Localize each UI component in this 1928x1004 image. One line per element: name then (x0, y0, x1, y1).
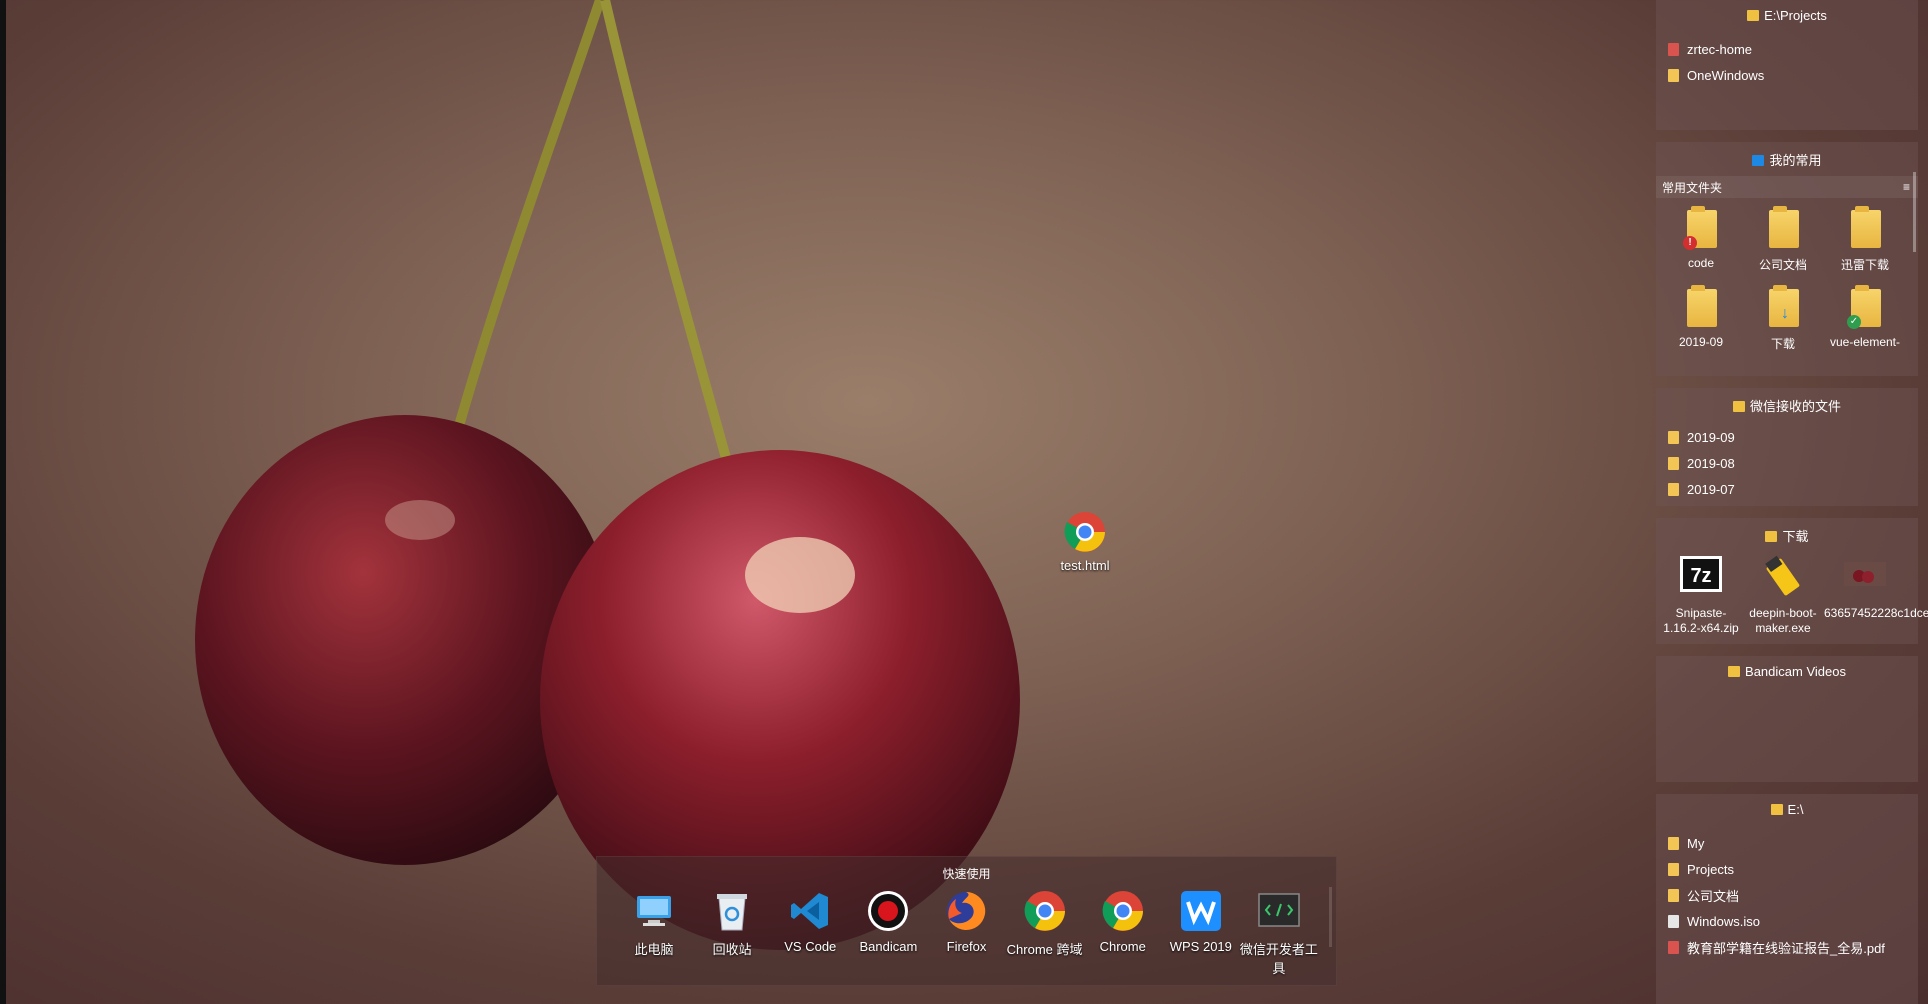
chrome-icon (1063, 510, 1107, 554)
dock-item-chrome-cors[interactable]: Chrome 跨域 (1006, 887, 1084, 977)
fence-e-drive: E:\ My Projects 公司文档 Windows.iso 教育部学籍在线… (1656, 794, 1918, 1004)
list-item[interactable]: 公司文档 (1656, 882, 1918, 908)
fence-title: 下载 (1656, 518, 1918, 546)
image-thumbnail-icon (1842, 554, 1888, 600)
error-badge-icon: ! (1683, 236, 1697, 250)
cherry-wallpaper (195, 0, 1020, 950)
list-item[interactable]: Projects (1656, 856, 1918, 882)
grid-item-snipaste-zip[interactable]: 7z Snipaste-1.16.2-x64.zip (1660, 554, 1742, 636)
chrome-folder-icon: ! (1679, 204, 1723, 252)
folder-icon (1728, 666, 1741, 677)
fence-common: 我的常用 常用文件夹 ≡ ! code 公司文档 迅雷下载 2019-09 ↓ 下… (1656, 142, 1918, 376)
grid-item-company-docs[interactable]: 公司文档 (1742, 204, 1824, 273)
list-item[interactable]: Windows.iso (1656, 908, 1918, 934)
list-item[interactable]: 2019-07 (1656, 476, 1918, 502)
grid-item-2019-09[interactable]: 2019-09 (1660, 283, 1742, 352)
firefox-icon (942, 887, 990, 935)
vscode-icon (786, 887, 834, 935)
synced-badge-icon: ✓ (1847, 315, 1861, 329)
list-item[interactable]: zrtec-home (1656, 36, 1918, 62)
folder-icon (1668, 430, 1679, 444)
folder-icon (1668, 482, 1679, 496)
list-item[interactable]: My (1656, 830, 1918, 856)
fence-title: E:\Projects (1656, 0, 1918, 28)
folder-icon (1770, 804, 1783, 815)
dock-item-vscode[interactable]: VS Code (771, 887, 849, 977)
folder-icon (1668, 456, 1679, 470)
folder-icon (1765, 531, 1778, 542)
view-toggle-icon[interactable]: ≡ (1903, 180, 1910, 194)
pdf-icon (1668, 940, 1679, 954)
folder-icon (1843, 204, 1887, 252)
dock-item-this-pc[interactable]: 此电脑 (615, 887, 693, 977)
wps-icon (1177, 887, 1225, 935)
fence-title: 我的常用 (1656, 142, 1918, 170)
recycle-bin-icon (708, 887, 756, 935)
bandicam-icon (864, 887, 912, 935)
folder-icon (1752, 155, 1765, 166)
dock-item-firefox[interactable]: Firefox (927, 887, 1005, 977)
grid-item-vue-element-admin[interactable]: ✓ vue-element-admin (1824, 283, 1906, 352)
svg-text:7z: 7z (1690, 565, 1711, 587)
fence-projects: E:\Projects zrtec-home OneWindows (1656, 0, 1918, 130)
folder-icon: ✓ (1843, 283, 1887, 331)
list-item[interactable]: 2019-09 (1656, 424, 1918, 450)
usb-drive-icon (1760, 554, 1806, 600)
download-folder-icon: ↓ (1761, 283, 1805, 331)
dock-scrollbar[interactable] (1329, 887, 1332, 947)
dock-title: 快速使用 (942, 867, 991, 881)
chrome-icon (1021, 887, 1069, 935)
grid-item-image-file[interactable]: 63657452228c1dce17e... (1824, 554, 1928, 636)
dock-item-recycle-bin[interactable]: 回收站 (693, 887, 771, 977)
grid-item-downloads[interactable]: ↓ 下载 (1742, 283, 1824, 352)
folder-icon (1668, 68, 1679, 82)
fence-subheader: 常用文件夹 ≡ (1656, 176, 1918, 198)
fence-bandicam-videos: Bandicam Videos (1656, 656, 1918, 782)
dock-item-bandicam[interactable]: Bandicam (849, 887, 927, 977)
grid-item-deepin-boot-maker[interactable]: deepin-boot-maker.exe (1742, 554, 1824, 636)
folder-icon (1668, 862, 1679, 876)
folder-icon (1679, 283, 1723, 331)
disc-image-icon (1668, 914, 1679, 928)
7zip-icon: 7z (1678, 554, 1724, 600)
desktop-file-test-html[interactable]: test.html (1045, 510, 1125, 573)
dock-item-chrome[interactable]: Chrome (1084, 887, 1162, 977)
folder-icon (1732, 401, 1745, 412)
fence-downloads: 下载 7z Snipaste-1.16.2-x64.zip deepin-boo… (1656, 518, 1928, 644)
dock-item-wps[interactable]: WPS 2019 (1162, 887, 1240, 977)
grid-item-code[interactable]: ! code (1660, 204, 1742, 273)
list-item[interactable]: OneWindows (1656, 62, 1918, 88)
chrome-icon (1099, 887, 1147, 935)
git-folder-icon (1668, 42, 1679, 56)
folder-icon (1747, 10, 1760, 21)
fence-title: 微信接收的文件 (1656, 388, 1918, 416)
dock-item-wechat-devtools[interactable]: 微信开发者工具 (1240, 887, 1318, 977)
fence-title: Bandicam Videos (1656, 656, 1918, 684)
computer-icon (630, 887, 678, 935)
fence-wechat-files: 微信接收的文件 2019-09 2019-08 2019-07 (1656, 388, 1918, 506)
list-item[interactable]: 2019-08 (1656, 450, 1918, 476)
folder-icon (1668, 888, 1679, 902)
list-item[interactable]: 教育部学籍在线验证报告_全易.pdf (1656, 934, 1918, 960)
grid-item-thunder-downloads[interactable]: 迅雷下载 (1824, 204, 1906, 273)
wechat-devtools-icon (1255, 887, 1303, 935)
fence-title: E:\ (1656, 794, 1918, 822)
quick-launch-dock: 快速使用 此电脑 回收站 VS Code Bandicam Firefox Ch… (596, 856, 1337, 986)
folder-icon (1668, 836, 1679, 850)
folder-icon (1761, 204, 1805, 252)
desktop-icon-label: test.html (1060, 558, 1110, 573)
fence-scrollbar[interactable] (1913, 172, 1916, 252)
